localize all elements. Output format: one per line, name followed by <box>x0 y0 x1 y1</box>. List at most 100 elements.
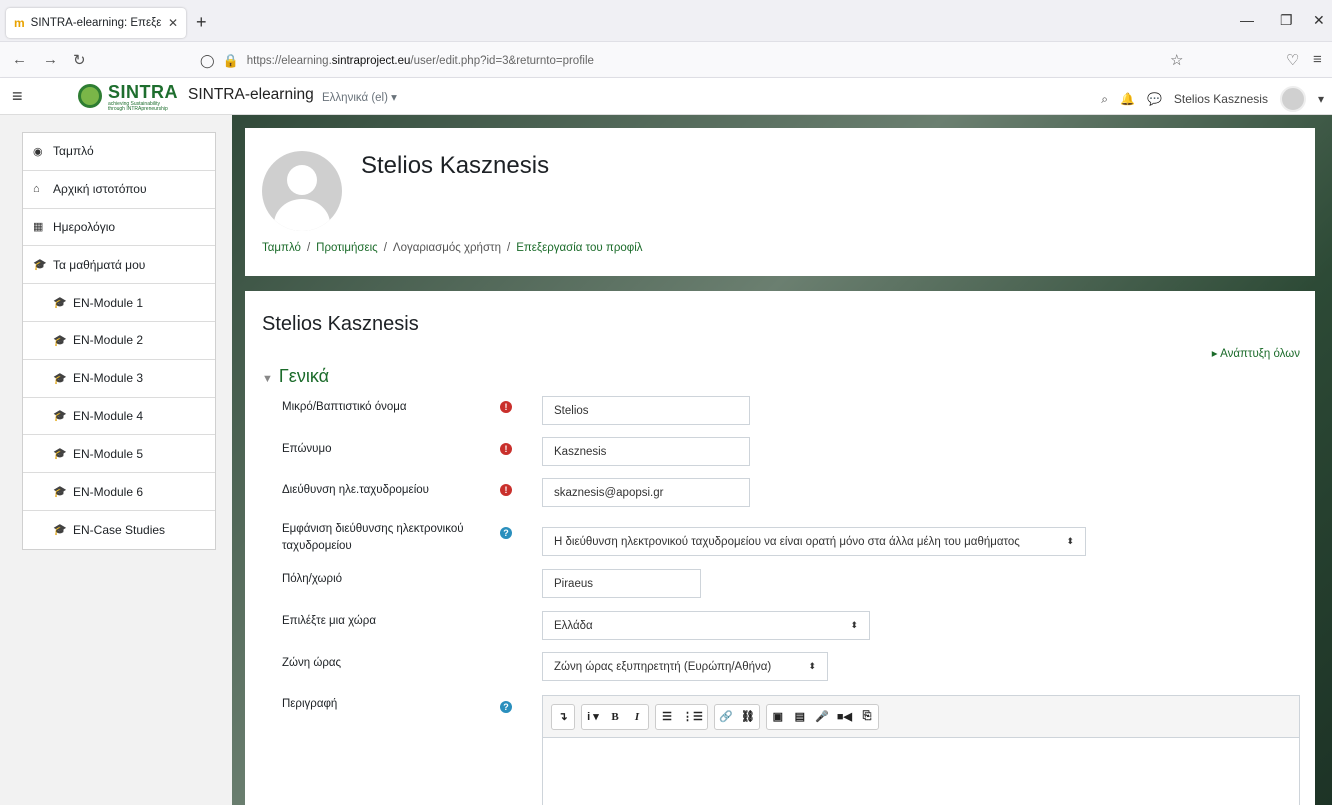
collapse-caret-icon: ▼ <box>262 373 273 385</box>
italic-icon[interactable]: I <box>626 711 648 723</box>
user-menu-caret-icon[interactable]: ▾ <box>1318 92 1324 106</box>
graduation-cap-icon: 🎓 <box>33 259 47 272</box>
messages-icon[interactable]: 💬 <box>1147 92 1162 106</box>
logo-tagline: achieving Sustainability through INTRApre… <box>108 101 168 112</box>
page-title: Stelios Kasznesis <box>361 152 550 179</box>
drawer-item[interactable]: 🎓 EN-Module 3 <box>23 360 215 398</box>
search-icon[interactable]: ⌕ <box>1101 92 1108 107</box>
city-label: Πόλη/χωριό <box>282 573 343 585</box>
bullet-list-icon[interactable]: ☰ <box>656 710 678 723</box>
new-tab-button[interactable]: + <box>196 12 207 33</box>
unlink-icon[interactable]: ⛓ <box>737 710 759 723</box>
drawer-item[interactable]: ▦ Ημερολόγιο <box>23 209 215 247</box>
record-audio-icon[interactable]: 🎤 <box>811 710 833 723</box>
tab-title: SINTRA-elearning: Επεξεργασία <box>30 17 162 29</box>
drawer-item[interactable]: 🎓 EN-Module 4 <box>23 398 215 436</box>
form-title: Stelios Kasznesis <box>262 313 419 335</box>
pocket-icon[interactable]: ♡ <box>1286 51 1299 69</box>
drawer-toggle-icon[interactable]: ≡ <box>12 86 23 107</box>
description-editor[interactable]: ↴ i ▾ B I ☰ ⋮☰ 🔗 ⛓ ▣ ▤ 🎤 ■◀ ⎘ <box>542 695 1300 805</box>
notifications-bell-icon[interactable]: 🔔 <box>1120 92 1135 106</box>
breadcrumb-item[interactable]: Ταμπλό <box>262 242 301 254</box>
breadcrumb-separator: / <box>506 242 511 254</box>
help-icon[interactable]: ? <box>500 527 512 539</box>
close-window-icon[interactable]: ✕ <box>1313 12 1325 29</box>
city-field[interactable]: Piraeus <box>542 569 701 598</box>
editor-content-area[interactable] <box>543 738 1299 805</box>
country-select[interactable]: Ελλάδα ⬍ <box>542 611 870 640</box>
nav-drawer: ◉ Ταμπλό ⌂ Αρχική ιστοτόπου ▦ Ημερολόγιο 🎓 Τα μ… <box>22 132 216 550</box>
graduation-cap-icon: 🎓 <box>53 524 67 537</box>
dashboard-icon: ◉ <box>33 145 43 158</box>
editor-toolbar: ↴ i ▾ B I ☰ ⋮☰ 🔗 ⛓ ▣ ▤ 🎤 ■◀ ⎘ <box>543 696 1299 738</box>
reload-icon[interactable]: ↻ <box>73 51 86 69</box>
email-display-value: Η διεύθυνση ηλεκτρονικού ταχυδρομείου να… <box>554 535 1020 548</box>
profile-picture <box>262 151 342 231</box>
bookmark-star-icon[interactable]: ☆ <box>1170 51 1183 69</box>
required-icon: ! <box>500 484 512 496</box>
drawer-item-label: EN-Module 1 <box>73 295 144 310</box>
browser-nav-bar: ← → ↻ ◯ 🔒 https://elearning. sintraprojec… <box>0 42 1332 78</box>
minimize-icon[interactable]: — <box>1240 12 1254 28</box>
forward-icon[interactable]: → <box>43 51 58 68</box>
url-bar[interactable]: ◯ 🔒 https://elearning. sintraproject.eu/u… <box>200 48 1200 74</box>
paragraph-style-icon[interactable]: i ▾ <box>582 710 604 723</box>
browser-tab-bar: m SINTRA-elearning: Επεξεργασία ✕ + — ❐ … <box>0 0 1332 42</box>
section-general-header[interactable]: ▼ Γενικά <box>262 366 329 387</box>
link-icon[interactable]: 🔗 <box>715 710 737 723</box>
drawer-item-label: EN-Case Studies <box>73 522 166 537</box>
firstname-field[interactable]: Stelios <box>542 396 750 425</box>
drawer-item[interactable]: 🎓 EN-Case Studies <box>23 511 215 549</box>
help-icon[interactable]: ? <box>500 701 512 713</box>
bold-icon[interactable]: B <box>604 711 626 723</box>
site-logo[interactable]: SINTRA achieving Sustainability through I… <box>78 82 178 112</box>
drawer-item[interactable]: 🎓 EN-Module 1 <box>23 284 215 322</box>
email-display-select[interactable]: Η διεύθυνση ηλεκτρονικού ταχυδρομείου να… <box>542 527 1086 556</box>
drawer-item-label: EN-Module 4 <box>73 408 144 423</box>
email-label: Διεύθυνση ηλε.ταχυδρομείου <box>282 484 429 496</box>
expand-caret-icon: ▸ <box>1211 348 1221 360</box>
drawer-item[interactable]: 🎓 EN-Module 5 <box>23 435 215 474</box>
drawer-item-label: Ταμπλό <box>53 144 94 159</box>
calendar-icon: ▦ <box>33 221 44 234</box>
select-caret-icon: ⬍ <box>1066 536 1074 546</box>
close-tab-icon[interactable]: ✕ <box>168 16 178 30</box>
site-header: ≡ SINTRA achieving Sustainability through… <box>0 78 1332 115</box>
country-label: Επιλέξτε μια χώρα <box>282 615 376 627</box>
language-menu[interactable]: Ελληνικά (el) ▾ <box>322 90 397 104</box>
logo-word: SINTRA <box>108 82 178 102</box>
timezone-value: Ζώνη ώρας εξυπηρετητή (Ευρώπη/Αθήνα) <box>554 660 772 673</box>
breadcrumb-separator: / <box>383 242 387 254</box>
manage-files-icon[interactable]: ⎘ <box>856 710 878 723</box>
media-icon[interactable]: ▤ <box>789 710 811 723</box>
drawer-item[interactable]: ⌂ Αρχική ιστοτόπου <box>23 171 215 209</box>
menu-icon[interactable]: ≡ <box>1313 51 1322 68</box>
timezone-select[interactable]: Ζώνη ώρας εξυπηρετητή (Ευρώπη/Αθήνα) ⬍ <box>542 652 828 681</box>
expand-all-link[interactable]: ▸ Ανάπτυξη όλων <box>1212 346 1300 360</box>
numbered-list-icon[interactable]: ⋮☰ <box>678 710 707 723</box>
browser-tab[interactable]: m SINTRA-elearning: Επεξεργασία ✕ <box>6 8 186 38</box>
lock-icon: 🔒 <box>222 53 239 68</box>
drawer-item[interactable]: ◉ Ταμπλό <box>23 133 215 171</box>
drawer-item-label: EN-Module 6 <box>73 484 144 499</box>
record-video-icon[interactable]: ■◀ <box>833 710 856 723</box>
breadcrumb-item[interactable]: Επεξεργασία του προφίλ <box>516 242 642 254</box>
email-field[interactable]: skaznesis@apopsi.gr <box>542 478 750 507</box>
lastname-field[interactable]: Kasznesis <box>542 437 750 466</box>
back-icon[interactable]: ← <box>12 51 27 68</box>
image-icon[interactable]: ▣ <box>767 710 789 723</box>
restore-icon[interactable]: ❐ <box>1280 12 1293 29</box>
drawer-item[interactable]: 🎓 Τα μαθήματά μου <box>23 246 215 285</box>
user-avatar[interactable] <box>1279 86 1306 112</box>
drawer-item[interactable]: 🎓 EN-Module 6 <box>23 473 215 511</box>
site-name[interactable]: SINTRA-elearning <box>188 86 314 104</box>
drawer-item-label: EN-Module 2 <box>73 333 144 348</box>
collapse-toolbar-icon[interactable]: ↴ <box>552 710 574 723</box>
edit-profile-form: Stelios Kasznesis ▸ Ανάπτυξη όλων ▼ Γενικ… <box>245 291 1315 805</box>
breadcrumb-item: Λογαριασμός χρήστη <box>392 242 501 254</box>
breadcrumb-item[interactable]: Προτιμήσεις <box>316 242 378 254</box>
home-icon: ⌂ <box>33 183 40 196</box>
graduation-cap-icon: 🎓 <box>53 486 67 499</box>
drawer-item[interactable]: 🎓 EN-Module 2 <box>23 322 215 360</box>
user-menu-name[interactable]: Stelios Kasznesis <box>1174 92 1268 106</box>
